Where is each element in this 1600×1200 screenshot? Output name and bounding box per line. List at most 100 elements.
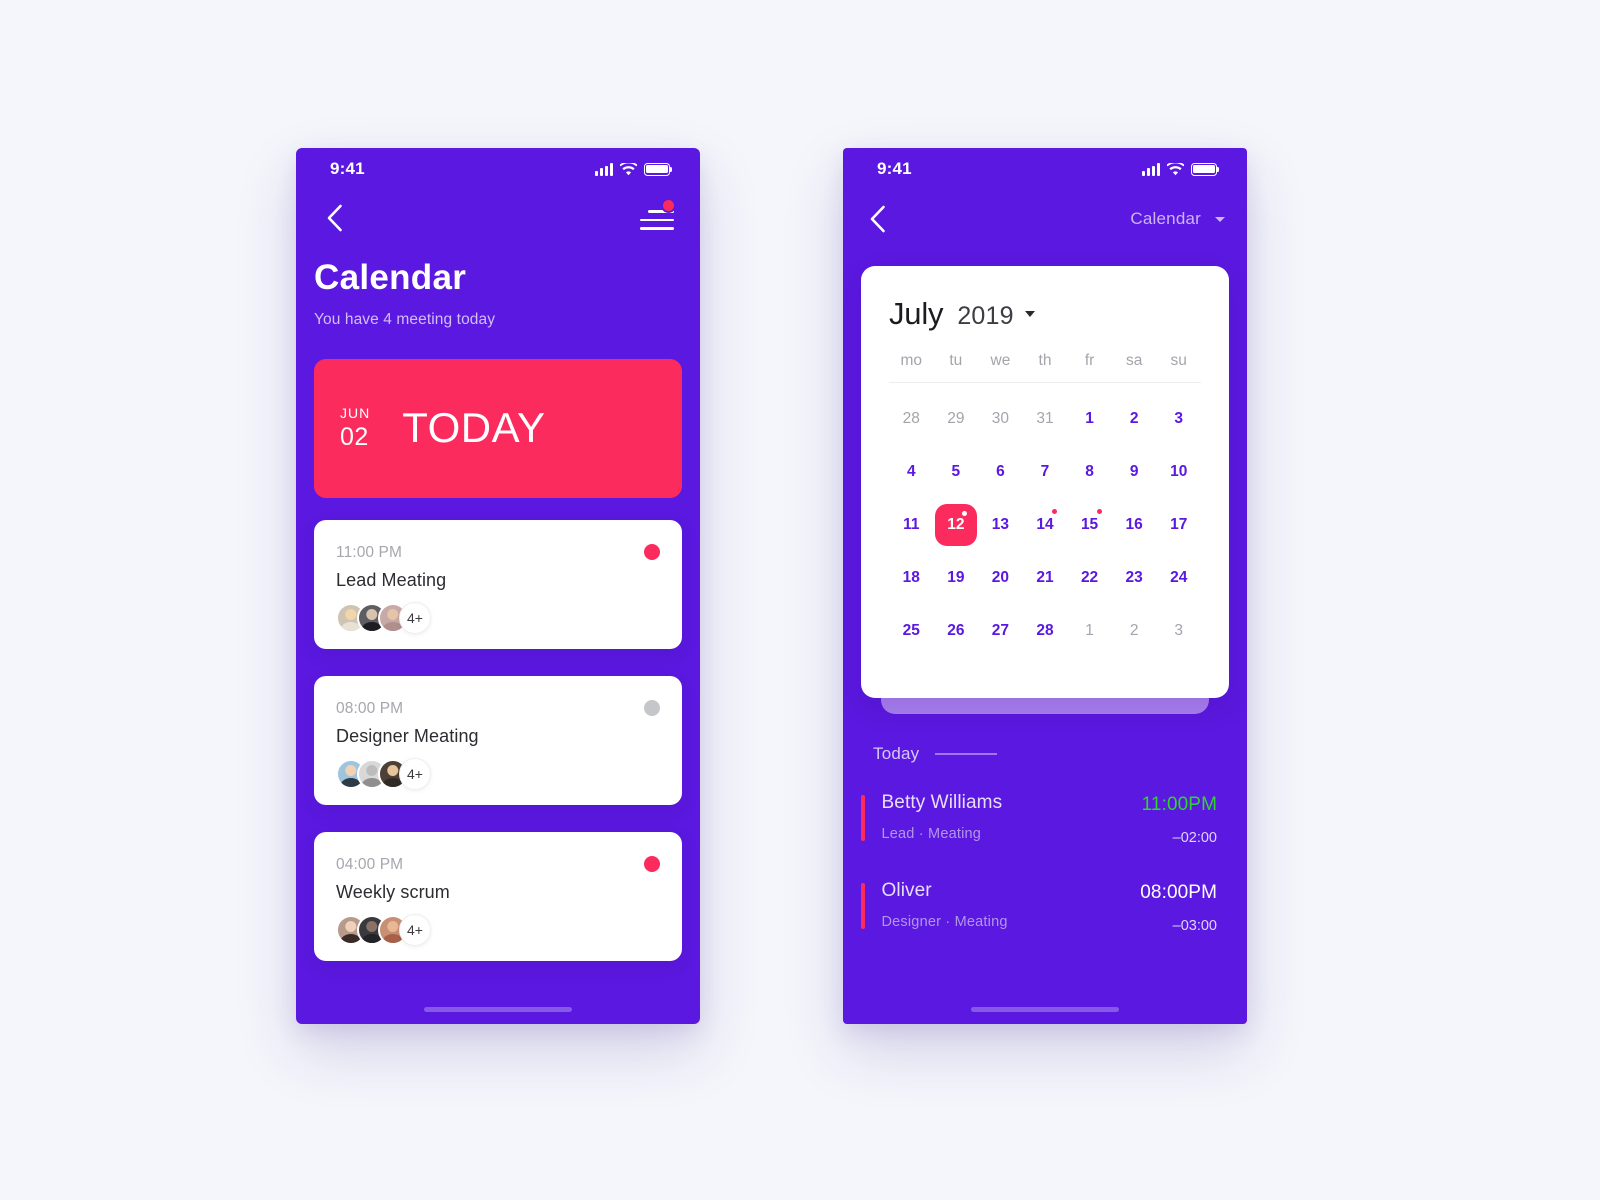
meeting-card[interactable]: 04:00 PM Weekly scrum 4+	[314, 831, 682, 961]
battery-full-icon	[644, 162, 673, 176]
calendar-day-number: 7	[1040, 462, 1050, 480]
agenda-row[interactable]: Oliver Designer · Meating 08:00PM –03:00	[843, 880, 1217, 934]
calendar-day[interactable]: 10	[1156, 446, 1201, 497]
calendar-day-number: 30	[991, 409, 1010, 427]
calendar-day[interactable]: 30	[978, 393, 1023, 444]
calendar-view-selector[interactable]: Calendar	[1130, 209, 1225, 229]
calendar-day[interactable]: 26	[934, 605, 979, 656]
attendee-avatar-group[interactable]: 4+	[336, 913, 660, 946]
hamburger-line-2	[640, 218, 674, 222]
calendar-day-of-week: sa	[1125, 352, 1143, 369]
avatar-overflow-count[interactable]: 4+	[399, 757, 431, 790]
calendar-day[interactable]: 15	[1067, 499, 1112, 550]
calendar-day[interactable]: 18	[889, 552, 934, 603]
calendar-day-number: 4	[906, 462, 916, 480]
calendar-day[interactable]: 6	[978, 446, 1023, 497]
calendar-day[interactable]: 1	[1067, 393, 1112, 444]
page-subtitle: You have 4 meeting today	[314, 310, 496, 328]
calendar-day-number: 29	[947, 409, 965, 427]
agenda-time-block: 08:00PM –03:00	[1140, 880, 1217, 934]
back-button[interactable]	[314, 198, 354, 238]
calendar-month-label: July	[889, 296, 944, 331]
calendar-day[interactable]: 5	[934, 446, 979, 497]
calendar-day[interactable]: 25	[889, 605, 934, 656]
calendar-day[interactable]: 17	[1156, 499, 1201, 550]
calendar-day-number: 15	[1080, 515, 1099, 533]
agenda-main: Oliver Designer · Meating	[882, 880, 1141, 930]
calendar-day[interactable]: 28	[1023, 605, 1068, 656]
calendar-day[interactable]: 28	[889, 393, 934, 444]
calendar-day[interactable]: 27	[978, 605, 1023, 656]
calendar-day-number: 20	[991, 568, 1010, 586]
back-button[interactable]	[857, 199, 897, 239]
cellular-signal-icon	[595, 162, 613, 176]
calendar-day[interactable]: 23	[1112, 552, 1157, 603]
avatar-overflow-count[interactable]: 4+	[399, 913, 431, 946]
screenshot-canvas: 9:41 Calendar You have 4 meeting today J…	[0, 0, 1600, 1200]
today-month: JUN	[340, 404, 371, 421]
meeting-title: Weekly scrum	[336, 881, 450, 902]
calendar-day-number: 27	[991, 621, 1010, 639]
calendar-day[interactable]: 21	[1023, 552, 1068, 603]
agenda-row[interactable]: Betty Williams Lead · Meating 11:00PM –02:0…	[843, 792, 1217, 846]
notification-badge-dot	[661, 198, 676, 213]
today-highlight-card[interactable]: JUN 02 TODAY	[314, 358, 682, 498]
hamburger-menu-button[interactable]	[640, 198, 676, 232]
calendar-header[interactable]: July 2019	[889, 296, 1201, 332]
chevron-down-icon[interactable]	[1024, 311, 1035, 317]
calendar-day-number: 23	[1125, 568, 1143, 586]
calendar-day[interactable]: 14	[1023, 499, 1068, 550]
calendar-view-selector-label: Calendar	[1130, 209, 1201, 228]
meeting-title: Designer Meating	[336, 725, 479, 746]
meeting-card[interactable]: 08:00 PM Designer Meating 4+	[314, 675, 682, 805]
calendar-day[interactable]: 2	[1112, 393, 1157, 444]
agenda-list: Betty Williams Lead · Meating 11:00PM –02:0…	[843, 792, 1247, 934]
avatar-overflow-count[interactable]: 4+	[399, 601, 431, 634]
calendar-day[interactable]: 4	[889, 446, 934, 497]
meeting-time: 11:00 PM	[336, 543, 402, 561]
today-date-block: JUN 02	[340, 404, 371, 450]
agenda-meta: Lead · Meating	[881, 826, 982, 842]
calendar-day-number: 8	[1085, 462, 1094, 480]
calendar-day[interactable]: 3	[1156, 605, 1201, 656]
calendar-day[interactable]: 8	[1067, 446, 1112, 497]
meeting-time: 08:00 PM	[336, 699, 404, 717]
calendar-day-of-week: su	[1170, 352, 1187, 369]
calendar-day-number: 9	[1129, 462, 1139, 480]
calendar-day[interactable]: 19	[934, 552, 979, 603]
calendar-day[interactable]: 20	[978, 552, 1023, 603]
calendar-day[interactable]: 16	[1112, 499, 1157, 550]
status-bar: 9:41	[296, 148, 700, 190]
calendar-day[interactable]: 1	[1067, 605, 1112, 656]
calendar-day[interactable]: 29	[934, 393, 979, 444]
home-indicator[interactable]	[424, 1007, 572, 1012]
calendar-day[interactable]: 9	[1112, 446, 1157, 497]
meeting-card[interactable]: 11:00 PM Lead Meating 4+	[314, 519, 682, 649]
calendar-day[interactable]: 13	[978, 499, 1023, 550]
calendar-day-number: 1	[1085, 409, 1094, 427]
calendar-day[interactable]: 3	[1156, 393, 1201, 444]
calendar-divider	[889, 382, 1201, 383]
calendar-day[interactable]: 11	[889, 499, 934, 550]
calendar-day[interactable]: 7	[1023, 446, 1068, 497]
battery-full-icon	[1191, 162, 1220, 176]
home-indicator[interactable]	[971, 1007, 1119, 1012]
calendar-day[interactable]: 2	[1112, 605, 1157, 656]
top-nav-bar	[296, 190, 700, 246]
calendar-day-selected[interactable]: 12	[934, 499, 979, 550]
agenda-duration: –02:00	[1172, 830, 1217, 846]
calendar-day-number: 3	[1174, 621, 1184, 639]
today-label: TODAY	[402, 404, 546, 452]
calendar-day-number: 11	[903, 515, 920, 533]
attendee-avatar-group[interactable]: 4+	[336, 757, 660, 790]
status-bar: 9:41	[843, 148, 1247, 190]
agenda-duration: –03:00	[1172, 918, 1217, 934]
status-time: 9:41	[877, 159, 912, 178]
calendar-day[interactable]: 22	[1067, 552, 1112, 603]
attendee-avatar-group[interactable]: 4+	[336, 601, 660, 634]
calendar-day-number: 10	[1170, 462, 1188, 480]
calendar-day-of-week: tu	[949, 352, 963, 369]
chevron-left-icon	[327, 204, 342, 232]
calendar-day[interactable]: 31	[1023, 393, 1068, 444]
calendar-day[interactable]: 24	[1156, 552, 1201, 603]
